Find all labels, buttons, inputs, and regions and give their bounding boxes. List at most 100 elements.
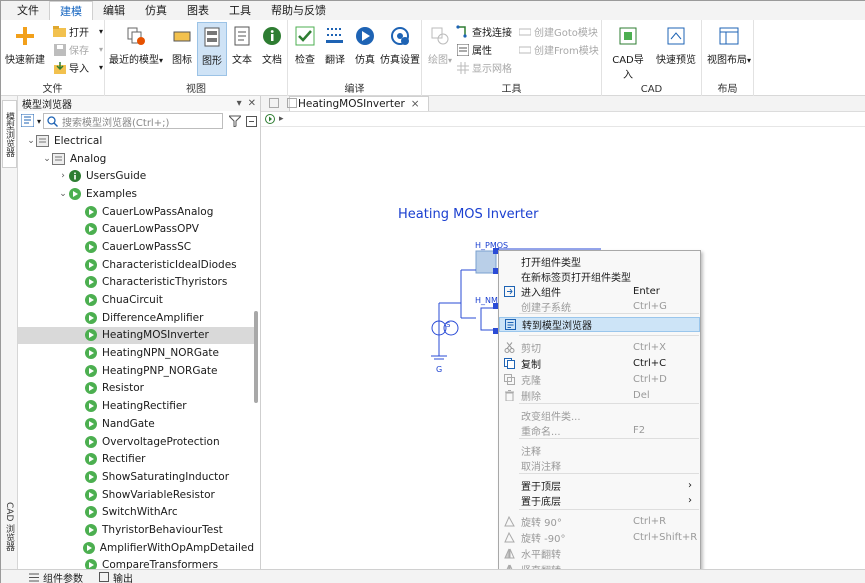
run-icon[interactable]: [265, 114, 275, 124]
open-dropdown-icon[interactable]: ▾: [99, 27, 103, 36]
translate-button[interactable]: 翻译: [320, 22, 350, 76]
breadcrumb-arrow-icon[interactable]: ▸: [279, 114, 284, 124]
chevron-down-icon[interactable]: ⌄: [42, 154, 52, 164]
save-dropdown-icon[interactable]: ▾: [99, 45, 103, 54]
search-input[interactable]: 搜索模型浏览器(Ctrl+;): [43, 113, 224, 129]
menu-file[interactable]: 文件: [7, 1, 49, 20]
context-menu-item[interactable]: 置于底层 ›: [499, 493, 700, 508]
icon-view-button[interactable]: 图标: [167, 22, 197, 76]
tree-item-label: AmplifierWithOpAmpDetailed: [99, 541, 254, 554]
tree-item[interactable]: AmplifierWithOpAmpDetailed: [18, 539, 254, 557]
voltage-source[interactable]: [431, 302, 461, 356]
tree-item-label: HeatingRectifier: [102, 400, 187, 413]
library-dropdown-icon[interactable]: ▾: [37, 117, 41, 126]
menu-separator: [519, 473, 699, 474]
tree-item[interactable]: › UsersGuide: [18, 167, 254, 185]
context-menu-item[interactable]: 进入组件 Enter: [499, 284, 700, 299]
tree-item[interactable]: ⌄ Analog: [18, 150, 254, 168]
draw-button[interactable]: 绘图▾: [425, 22, 455, 76]
enter-icon: [503, 286, 515, 298]
tab-close-icon[interactable]: ×: [411, 98, 420, 110]
tree-item[interactable]: HeatingRectifier: [18, 397, 254, 415]
tree-item[interactable]: CauerLowPassOPV: [18, 220, 254, 238]
draw-dropdown-icon[interactable]: ▾: [448, 56, 452, 65]
view-layout-dropdown-icon[interactable]: ▾: [747, 56, 751, 65]
tab-heating-mos-inverter[interactable]: HeatingMOSInverter ×: [289, 96, 429, 111]
output-tab[interactable]: 输出: [99, 570, 133, 583]
tree-item[interactable]: CauerLowPassSC: [18, 238, 254, 256]
quick-new-button[interactable]: 快速新建: [5, 22, 45, 76]
save-button[interactable]: 保存 ▾: [53, 41, 103, 58]
import-dropdown-icon[interactable]: ▾: [99, 63, 103, 72]
recent-models-button[interactable]: 最近的模型▾: [109, 22, 163, 76]
tree-item[interactable]: OvervoltageProtection: [18, 433, 254, 451]
open-button[interactable]: 打开 ▾: [53, 23, 103, 40]
tree-item[interactable]: ShowSaturatingInductor: [18, 468, 254, 486]
params-tab[interactable]: 组件参数: [29, 570, 83, 583]
check-button[interactable]: 检查: [290, 22, 320, 76]
docs-view-button[interactable]: 文档: [257, 22, 287, 76]
tree-item[interactable]: ShowVariableResistor: [18, 486, 254, 504]
panel-close-icon[interactable]: ✕: [248, 98, 256, 109]
text-view-button[interactable]: 文本: [227, 22, 257, 76]
sim-settings-button[interactable]: 仿真设置: [380, 22, 420, 76]
tab-model-browser[interactable]: 模型浏览器: [2, 100, 17, 168]
menu-edit[interactable]: 编辑: [93, 1, 135, 20]
chevron-right-icon[interactable]: ›: [58, 171, 68, 181]
chevron-down-icon[interactable]: ⌄: [26, 136, 36, 146]
filter-icon[interactable]: [229, 115, 242, 127]
tab-scroll-right-icon[interactable]: [287, 98, 297, 108]
info-icon: [261, 25, 283, 47]
context-menu-item[interactable]: 转到模型浏览器: [499, 317, 700, 332]
tab-cad-browser[interactable]: CAD 浏览器: [2, 491, 17, 563]
tree-scrollbar[interactable]: [254, 311, 258, 403]
tree-item[interactable]: HeatingNPN_NORGate: [18, 344, 254, 362]
tree-item[interactable]: ChuaCircuit: [18, 291, 254, 309]
chevron-down-icon[interactable]: ⌄: [58, 189, 68, 199]
cad-import-button[interactable]: CAD导入: [608, 22, 648, 81]
menu-help[interactable]: 帮助与反馈: [261, 1, 336, 20]
properties-button[interactable]: 属性: [456, 41, 492, 58]
tree-item[interactable]: HeatingMOSInverter: [18, 326, 254, 345]
tree-item[interactable]: CharacteristicThyristors: [18, 274, 254, 292]
tree-item[interactable]: Rectifier: [18, 450, 254, 468]
tree-item[interactable]: ThyristorBehaviourTest: [18, 521, 254, 539]
library-icon[interactable]: [21, 114, 35, 128]
tree-item[interactable]: NandGate: [18, 415, 254, 433]
menu-simulate[interactable]: 仿真: [135, 1, 177, 20]
nmos-component[interactable]: [460, 270, 502, 429]
context-menu-item[interactable]: 复制 Ctrl+C: [499, 356, 700, 371]
menu-charts[interactable]: 图表: [177, 1, 219, 20]
show-grid-button[interactable]: 显示网格: [456, 59, 512, 76]
panel-menu-icon[interactable]: ▾: [237, 98, 242, 109]
create-from-button[interactable]: 创建From模块: [518, 41, 599, 58]
play-icon: [84, 506, 97, 519]
create-goto-button[interactable]: 创建Goto模块: [518, 23, 598, 40]
context-menu-item[interactable]: 打开组件类型: [499, 254, 700, 269]
context-menu-item[interactable]: 置于顶层 ›: [499, 478, 700, 493]
view-layout-button[interactable]: 视图布局▾: [706, 22, 752, 76]
menu-separator: [519, 335, 699, 336]
tree-item[interactable]: DifferenceAmplifier: [18, 309, 254, 327]
tree-item[interactable]: CharacteristicIdealDiodes: [18, 256, 254, 274]
tree-item[interactable]: SwitchWithArc: [18, 503, 254, 521]
import-button[interactable]: 导入 ▾: [53, 59, 103, 76]
diagram-view-button[interactable]: 图形: [197, 22, 227, 76]
collapse-all-icon[interactable]: [246, 115, 258, 127]
tree-item[interactable]: HeatingPNP_NORGate: [18, 362, 254, 380]
simulate-button[interactable]: 仿真: [350, 22, 380, 76]
tree-item[interactable]: Resistor: [18, 380, 254, 398]
gear-icon: [389, 25, 411, 47]
tab-scroll-left-icon[interactable]: [269, 98, 279, 108]
menu-modeling[interactable]: 建模: [49, 1, 93, 20]
find-connections-button[interactable]: 查找连接: [456, 23, 512, 40]
tree-item[interactable]: ⌄ Electrical: [18, 132, 254, 150]
tree-item[interactable]: ⌄ Examples: [18, 185, 254, 203]
tree-item[interactable]: CauerLowPassAnalog: [18, 203, 254, 221]
ground-symbol[interactable]: [431, 355, 447, 360]
quick-preview-button[interactable]: 快速预览: [654, 22, 698, 76]
menu-tools[interactable]: 工具: [219, 1, 261, 20]
recent-dropdown-icon[interactable]: ▾: [159, 56, 163, 65]
play-circle: [84, 488, 97, 501]
context-menu-item[interactable]: 在新标签页打开组件类型: [499, 269, 700, 284]
